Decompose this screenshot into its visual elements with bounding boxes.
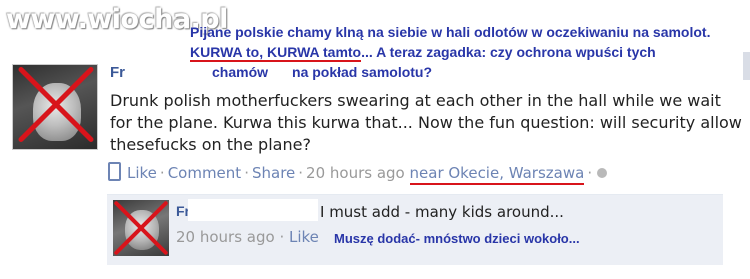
- scrollbar-fragment: [743, 52, 750, 80]
- mobile-phone-icon: [108, 162, 121, 181]
- annotation-line-3-rest: na pokład samolotu?: [292, 64, 433, 80]
- post-action-bar: Like · Comment · Share · 20 hours ago near Oke…: [108, 162, 608, 185]
- annotation-line-1: Pijane polskie chamy klną na siebie w ha…: [190, 24, 711, 40]
- name-redaction: [188, 199, 318, 221]
- globe-privacy-icon: [597, 168, 608, 178]
- post-author-name[interactable]: Fr: [110, 64, 125, 81]
- post-text: Drunk polish motherfuckers swearing at e…: [110, 91, 742, 154]
- annotation-line-2: KURWA to, KURWA tamto... A teraz zagadka…: [190, 42, 656, 62]
- red-x-mark-icon: [8, 58, 104, 154]
- comment-like-link[interactable]: Like: [289, 228, 319, 246]
- share-link[interactable]: Share: [252, 164, 295, 182]
- comment-meta: 20 hours ago · Like: [176, 228, 319, 246]
- comment-red-x-mark-icon: [110, 198, 172, 260]
- comment-timestamp[interactable]: 20 hours ago: [176, 228, 275, 246]
- annotation-chamow: chamów: [212, 64, 269, 80]
- comment-link[interactable]: Comment: [168, 164, 242, 182]
- comment-text: I must add - many kids around...: [320, 203, 564, 221]
- like-link[interactable]: Like: [127, 164, 157, 182]
- annotation-line-2-rest: ... A teraz zagadka: czy ochrona wpuści …: [361, 44, 656, 60]
- annotation-line-3: chamów na pokład samolotu?: [212, 62, 432, 82]
- comment-annotation: Muszę dodać- mnóstwo dzieci wokoło...: [334, 231, 580, 246]
- post-timestamp[interactable]: 20 hours ago: [306, 164, 405, 182]
- annotation-kurwa-underlined: KURWA to, KURWA tamto: [190, 44, 362, 62]
- location-link[interactable]: near Okecie, Warszawa: [409, 164, 585, 185]
